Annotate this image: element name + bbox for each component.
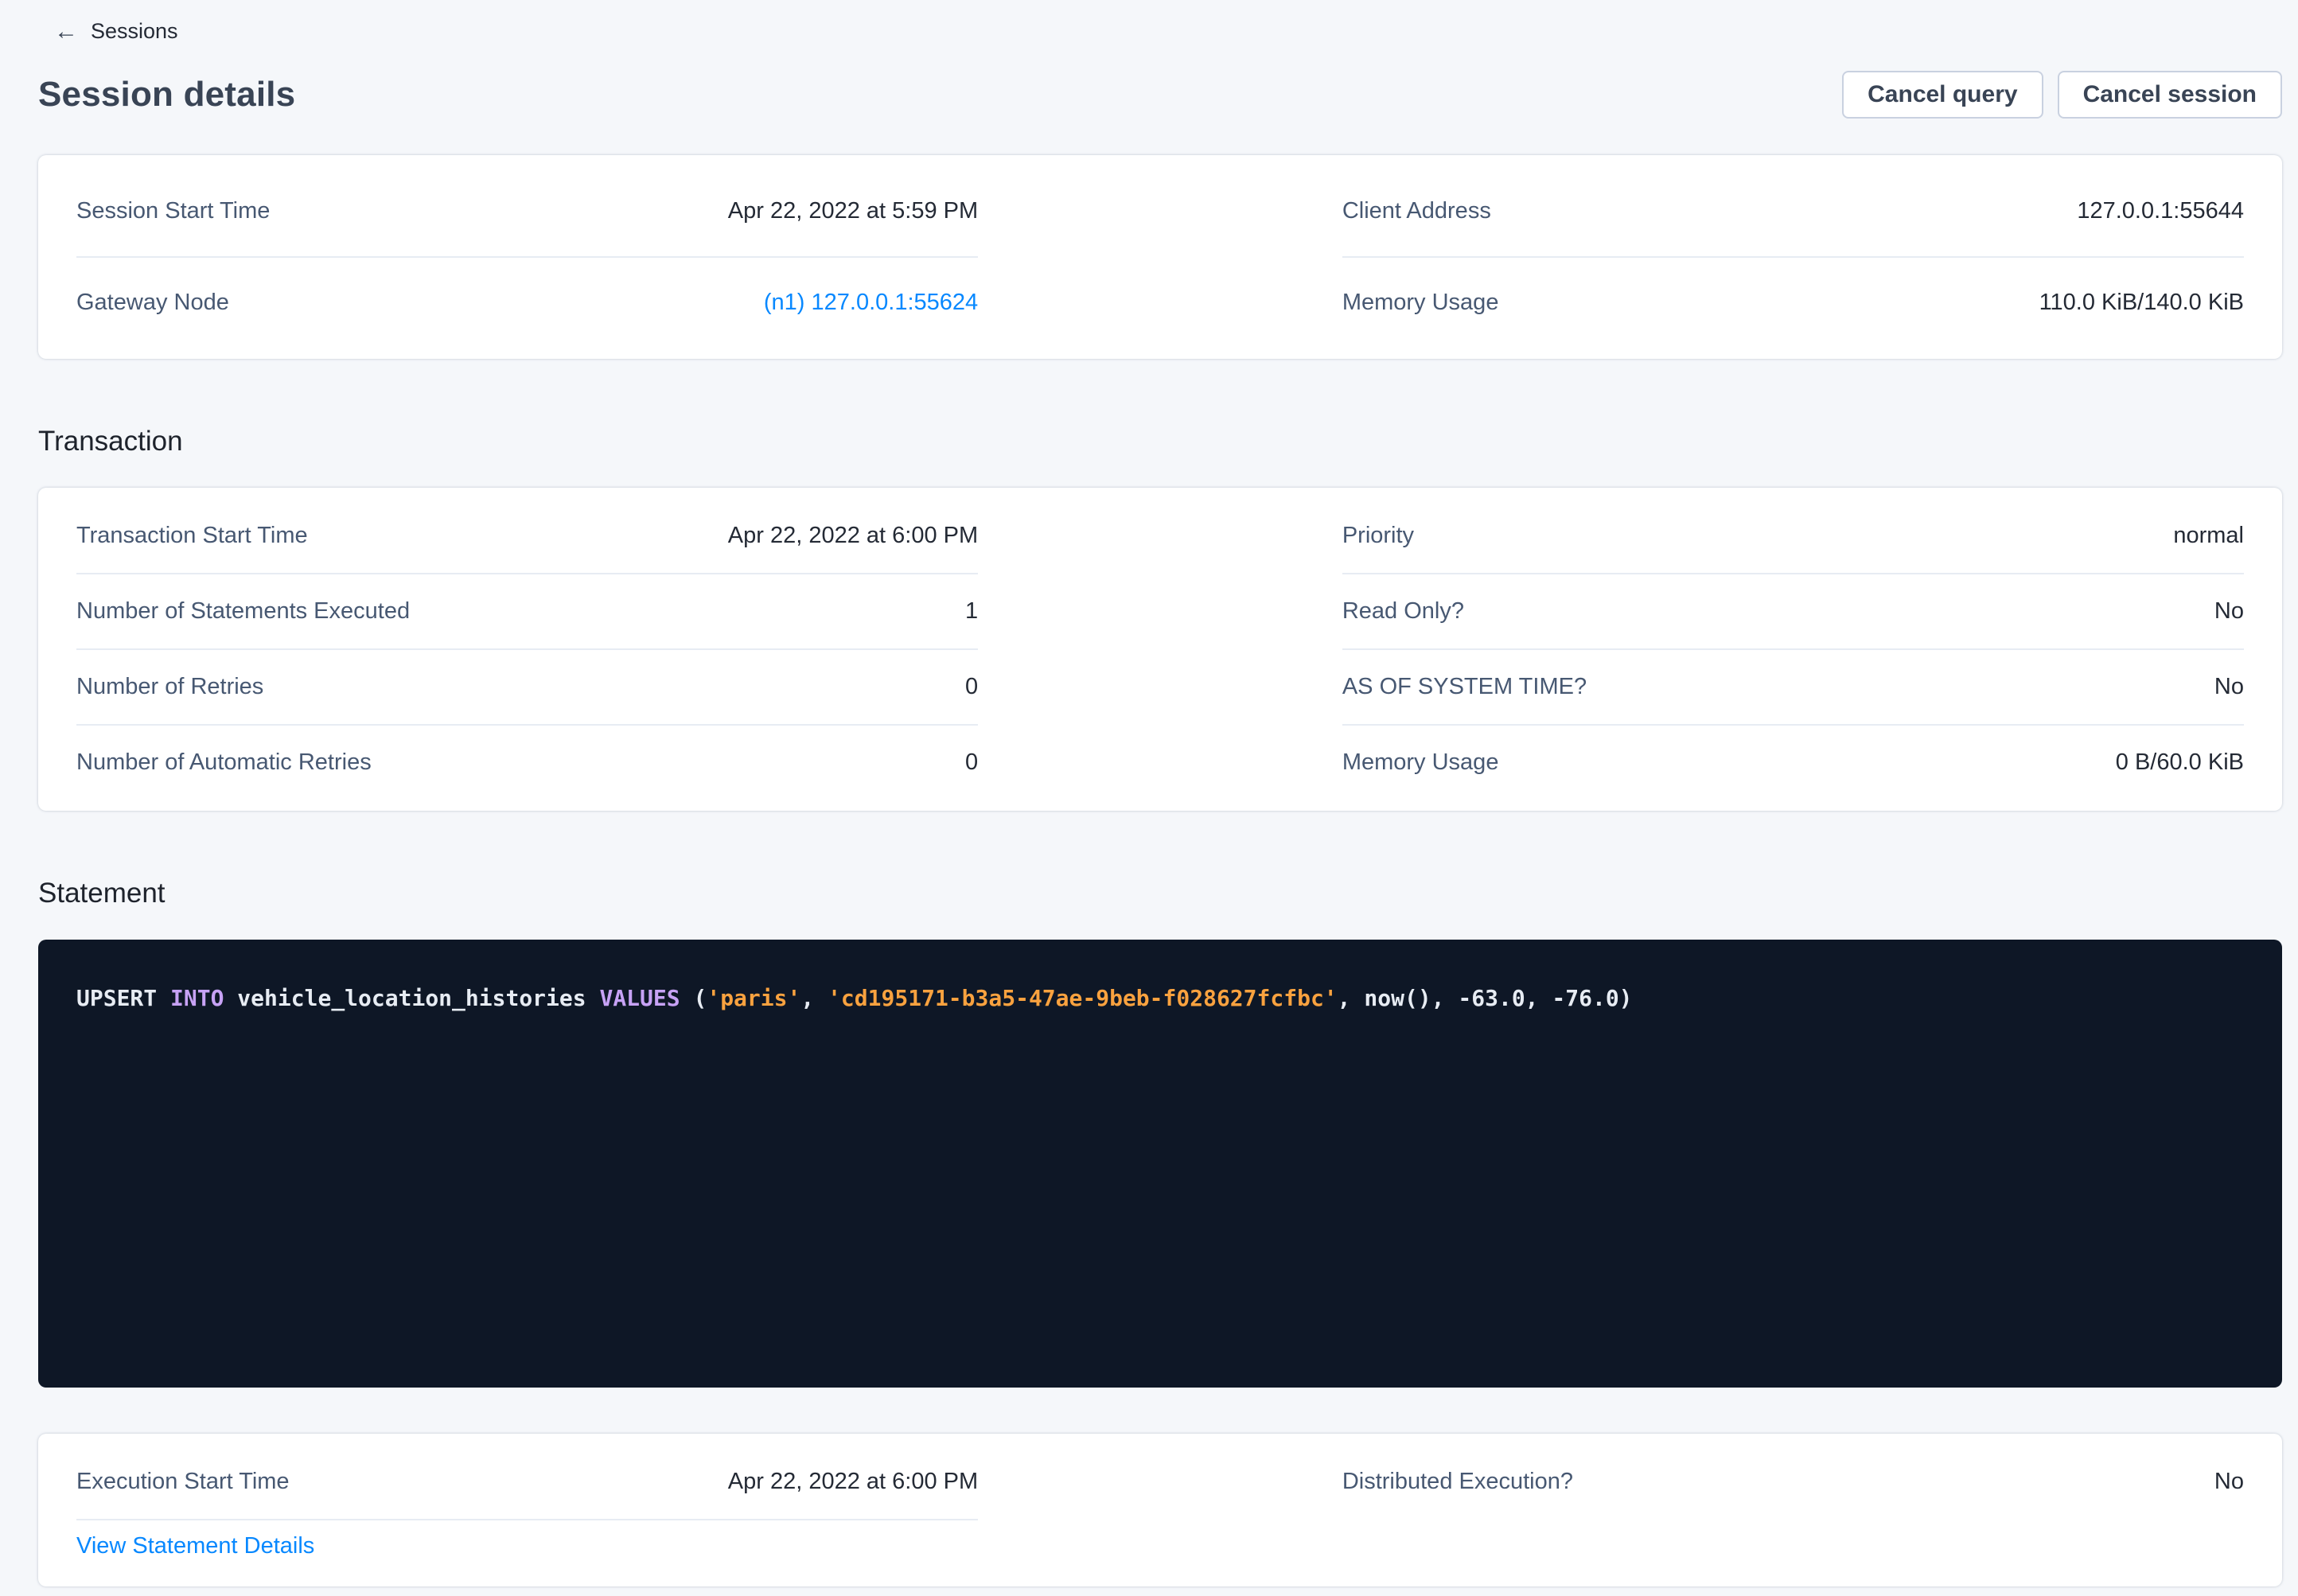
retries-row: Number of Retries 0 [76, 650, 978, 726]
row-value: 110.0 KiB/140.0 KiB [2039, 290, 2244, 316]
priority-row: Priority normal [1342, 499, 2244, 574]
transaction-summary-card: Transaction Start Time Apr 22, 2022 at 6… [38, 488, 2282, 811]
sql-token: vehicle_location_histories [224, 985, 599, 1011]
execution-summary-card: Execution Start Time Apr 22, 2022 at 6:0… [38, 1434, 2282, 1586]
row-value: 0 [965, 674, 978, 700]
sql-keyword-token: VALUES [599, 985, 680, 1011]
transaction-section-heading: Transaction [38, 426, 2282, 457]
row-value: No [2214, 598, 2244, 625]
row-value: No [2214, 674, 2244, 700]
sql-token: , [800, 985, 828, 1011]
sql-token: ( [680, 985, 707, 1011]
row-label: Number of Automatic Retries [76, 749, 372, 776]
transaction-memory-usage-row: Memory Usage 0 B/60.0 KiB [1342, 726, 2244, 800]
gateway-node-link[interactable]: (n1) 127.0.0.1:55624 [764, 290, 978, 316]
cancel-session-button[interactable]: Cancel session [2058, 71, 2282, 119]
transaction-start-time-row: Transaction Start Time Apr 22, 2022 at 6… [76, 499, 978, 574]
row-label: Number of Statements Executed [76, 598, 410, 625]
row-value: Apr 22, 2022 at 6:00 PM [728, 1469, 978, 1495]
view-statement-details-row: View Statement Details [76, 1520, 978, 1575]
execution-right-column: Distributed Execution? No [1342, 1445, 2244, 1575]
row-label: Client Address [1342, 198, 1491, 224]
row-value: Apr 22, 2022 at 6:00 PM [728, 523, 978, 549]
row-label: Read Only? [1342, 598, 1464, 625]
row-label: Memory Usage [1342, 290, 1499, 316]
row-label: Memory Usage [1342, 749, 1499, 776]
execution-left-column: Execution Start Time Apr 22, 2022 at 6:0… [76, 1445, 978, 1575]
session-summary-card: Session Start Time Apr 22, 2022 at 5:59 … [38, 155, 2282, 359]
execution-start-time-row: Execution Start Time Apr 22, 2022 at 6:0… [76, 1445, 978, 1520]
sql-string-token: 'cd195171-b3a5-47ae-9beb-f028627fcfbc' [828, 985, 1338, 1011]
breadcrumb-label: Sessions [91, 19, 178, 44]
title-row: Session details Cancel query Cancel sess… [38, 71, 2282, 119]
sql-token: UPSERT [76, 985, 170, 1011]
row-value: 1 [965, 598, 978, 625]
page-actions: Cancel query Cancel session [1842, 71, 2282, 119]
statement-sql-code-block: UPSERT INTO vehicle_location_histories V… [38, 940, 2282, 1388]
row-value: 127.0.0.1:55644 [2077, 198, 2244, 224]
session-memory-usage-row: Memory Usage 110.0 KiB/140.0 KiB [1342, 258, 2244, 348]
row-value: 0 [965, 749, 978, 776]
statement-section-heading: Statement [38, 878, 2282, 909]
cancel-query-button[interactable]: Cancel query [1842, 71, 2043, 119]
page-title: Session details [38, 75, 295, 115]
row-label: Execution Start Time [76, 1469, 290, 1495]
read-only-row: Read Only? No [1342, 574, 2244, 650]
row-label: Number of Retries [76, 674, 263, 700]
session-details-page: ← Sessions Session details Cancel query … [0, 0, 2298, 1586]
row-value: No [2214, 1469, 2244, 1495]
breadcrumb-back-sessions[interactable]: ← Sessions [54, 19, 178, 44]
session-summary-left-column: Session Start Time Apr 22, 2022 at 5:59 … [76, 166, 978, 348]
row-label: Gateway Node [76, 290, 229, 316]
sql-statement-text: UPSERT INTO vehicle_location_histories V… [76, 981, 2244, 1015]
distributed-execution-row: Distributed Execution? No [1342, 1445, 2244, 1519]
back-arrow-icon: ← [54, 20, 78, 44]
row-label: AS OF SYSTEM TIME? [1342, 674, 1587, 700]
sql-keyword-token: INTO [170, 985, 224, 1011]
row-label: Session Start Time [76, 198, 270, 224]
automatic-retries-row: Number of Automatic Retries 0 [76, 726, 978, 800]
sql-string-token: 'paris' [707, 985, 800, 1011]
view-statement-details-link[interactable]: View Statement Details [76, 1533, 314, 1559]
statements-executed-row: Number of Statements Executed 1 [76, 574, 978, 650]
row-value: Apr 22, 2022 at 5:59 PM [728, 198, 978, 224]
client-address-row: Client Address 127.0.0.1:55644 [1342, 166, 2244, 258]
row-label: Distributed Execution? [1342, 1469, 1573, 1495]
gateway-node-row: Gateway Node (n1) 127.0.0.1:55624 [76, 258, 978, 348]
as-of-system-time-row: AS OF SYSTEM TIME? No [1342, 650, 2244, 726]
row-value: 0 B/60.0 KiB [2116, 749, 2244, 776]
transaction-right-column: Priority normal Read Only? No AS OF SYST… [1342, 499, 2244, 800]
session-start-time-row: Session Start Time Apr 22, 2022 at 5:59 … [76, 166, 978, 258]
transaction-left-column: Transaction Start Time Apr 22, 2022 at 6… [76, 499, 978, 800]
row-value: normal [2173, 523, 2244, 549]
session-summary-right-column: Client Address 127.0.0.1:55644 Memory Us… [1342, 166, 2244, 348]
row-label: Priority [1342, 523, 1414, 549]
row-label: Transaction Start Time [76, 523, 308, 549]
sql-token: , now(), -63.0, -76.0) [1338, 985, 1633, 1011]
